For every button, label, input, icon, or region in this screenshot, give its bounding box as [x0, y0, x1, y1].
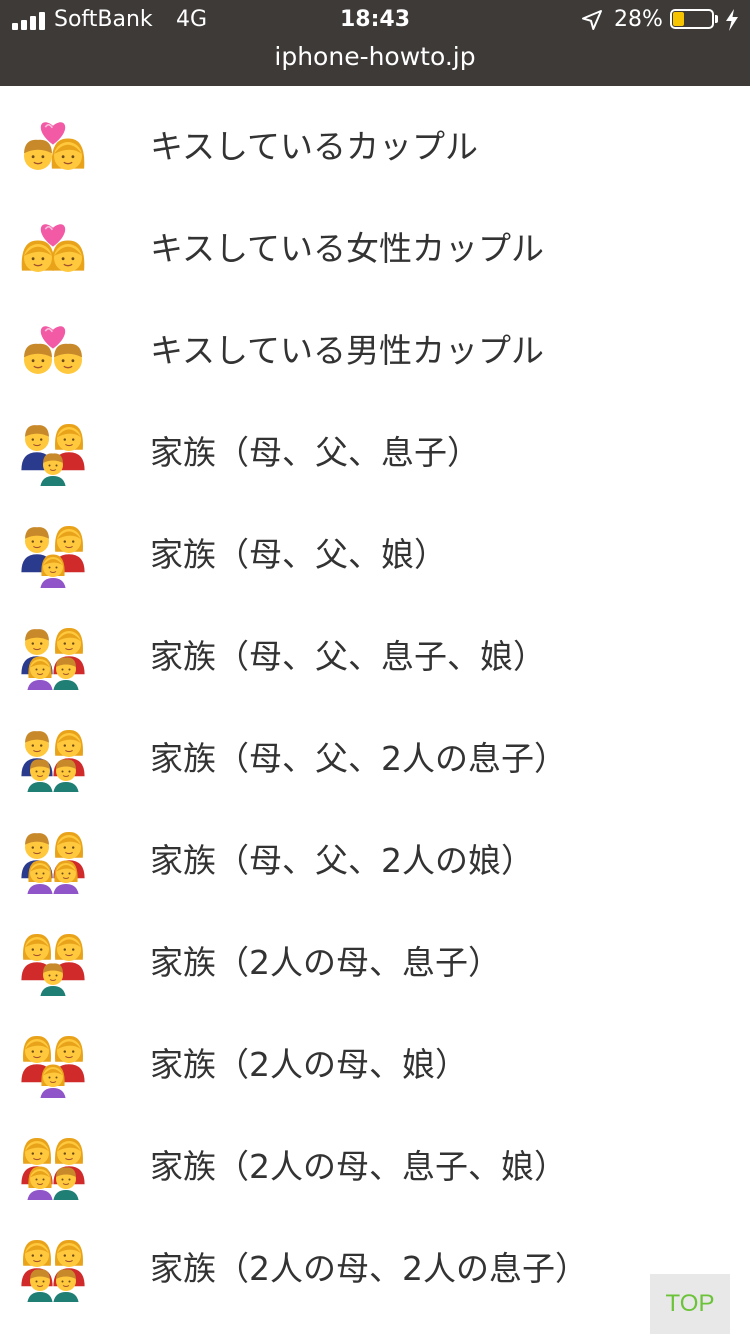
list-item: キスしているカップル: [0, 96, 750, 198]
list-item: キスしている男性カップル: [0, 300, 750, 402]
list-item: 家族（母、父、娘）: [0, 504, 750, 606]
kiss-women-icon: [21, 224, 85, 272]
location-arrow-icon: [582, 10, 602, 30]
family-woman-woman-girl-icon: [21, 1035, 85, 1098]
list-item-label: 家族（母、父、息子）: [150, 433, 480, 472]
list-item: 家族（2人の母、2人の息子）: [0, 1218, 750, 1320]
list-item-label: 家族（2人の母、2人の息子）: [150, 1249, 588, 1288]
page-url[interactable]: iphone-howto.jp: [0, 40, 750, 74]
list-item: 家族（2人の母、息子）: [0, 912, 750, 1014]
battery-percent: 28%: [614, 7, 663, 32]
battery-level: [673, 12, 684, 26]
family-man-woman-girl-icon: [21, 525, 85, 588]
list-item: 家族（2人の母、息子、娘）: [0, 1116, 750, 1218]
kiss-men-icon: [24, 326, 82, 374]
family-man-woman-boy-icon: [21, 423, 85, 486]
list-item-label: 家族（2人の母、息子、娘）: [150, 1147, 567, 1186]
list-item-label: 家族（母、父、2人の息子）: [150, 739, 567, 778]
kiss-couple-icon: [24, 122, 85, 170]
list-item: キスしている女性カップル: [0, 198, 750, 300]
family-woman-woman-boy-boy-icon: [21, 1239, 85, 1302]
family-woman-woman-boy-icon: [21, 933, 85, 996]
family-man-woman-girl-girl-icon: [21, 831, 85, 894]
family-woman-woman-girl-boy-icon: [21, 1137, 85, 1200]
charging-bolt-icon: [726, 9, 738, 31]
list-item-label: キスしているカップル: [150, 127, 479, 166]
list-item-label: 家族（2人の母、娘）: [150, 1045, 468, 1084]
list-item-label: 家族（母、父、2人の娘）: [150, 841, 534, 880]
list-item: 家族（母、父、2人の娘）: [0, 810, 750, 912]
list-item-label: キスしている女性カップル: [150, 229, 545, 268]
list-item-label: 家族（母、父、息子、娘）: [150, 637, 546, 676]
list-item: 家族（母、父、息子）: [0, 402, 750, 504]
status-bar: SoftBank 4G 18:43 28% iphone-howto.jp: [0, 0, 750, 86]
list-item: 家族（2人の母、娘）: [0, 1014, 750, 1116]
family-man-woman-boy-boy-icon: [21, 729, 85, 792]
family-man-woman-girl-boy-icon: [21, 627, 85, 690]
list-item: 家族（母、父、息子、娘）: [0, 606, 750, 708]
battery-icon: [670, 9, 718, 29]
list-item-label: 家族（2人の母、息子）: [150, 943, 501, 982]
list-item-label: 家族（母、父、娘）: [150, 535, 447, 574]
scroll-to-top-button[interactable]: TOP: [650, 1274, 730, 1334]
list-item: 家族（母、父、2人の息子）: [0, 708, 750, 810]
list-item-label: キスしている男性カップル: [150, 331, 545, 370]
